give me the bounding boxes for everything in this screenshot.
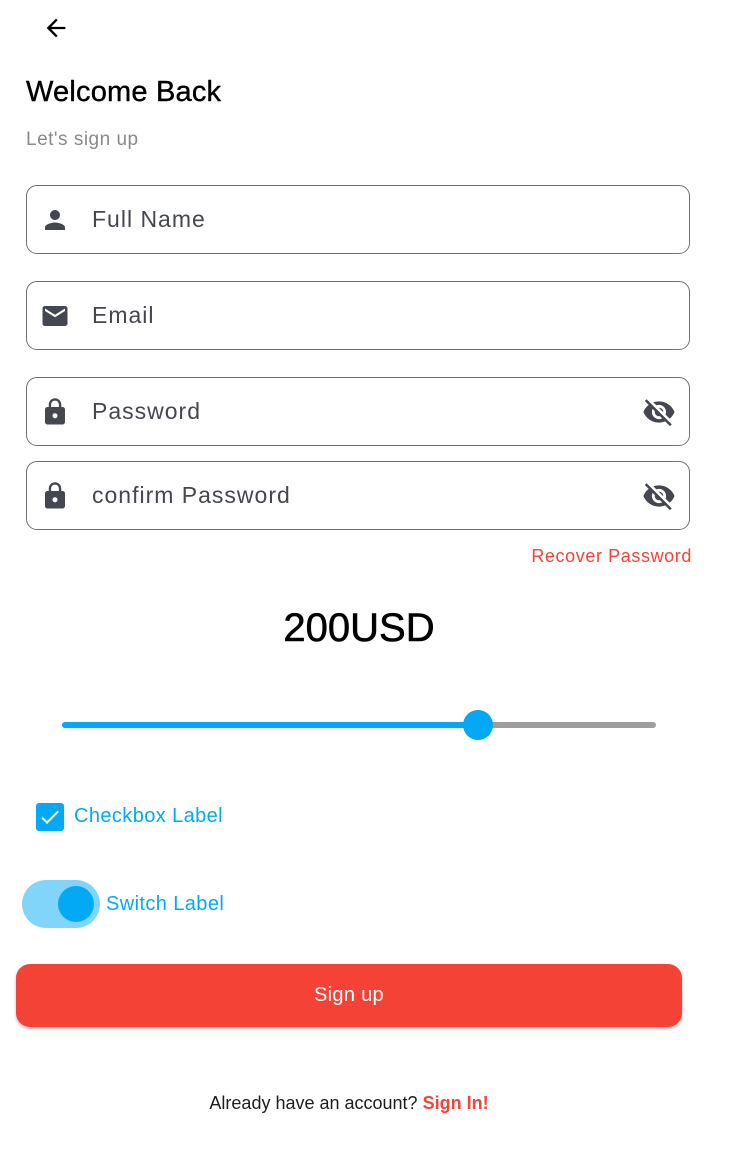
confirm-password-field[interactable] [26, 461, 690, 530]
confirm-password-input[interactable] [92, 462, 641, 529]
back-button[interactable] [36, 8, 76, 48]
full-name-input[interactable] [92, 186, 689, 253]
page-title: Welcome Back [26, 76, 222, 108]
switch-label[interactable]: Switch Label [106, 893, 224, 916]
page-subtitle: Let's sign up [26, 129, 139, 150]
person-icon [40, 205, 70, 235]
signup-button[interactable]: Sign up [16, 964, 682, 1027]
switch-thumb[interactable] [58, 886, 94, 922]
amount-display: 200USD [283, 606, 435, 651]
check-icon [41, 810, 59, 824]
slider-thumb[interactable] [462, 710, 493, 740]
arrow-left-icon [46, 18, 66, 38]
password-input[interactable] [92, 378, 641, 445]
checkbox[interactable] [36, 803, 64, 831]
password-field[interactable] [26, 377, 690, 446]
signin-link[interactable]: Sign In! [423, 1093, 489, 1113]
slider-active-track [62, 722, 478, 728]
visibility-off-icon[interactable] [641, 394, 677, 430]
visibility-off-icon[interactable] [641, 478, 677, 514]
email-field[interactable] [26, 281, 690, 350]
lock-icon [40, 397, 70, 427]
checkbox-label[interactable]: Checkbox Label [74, 805, 223, 828]
signin-prompt: Already have an account? Sign In! [0, 1093, 698, 1114]
email-input[interactable] [92, 282, 689, 349]
full-name-field[interactable] [26, 185, 690, 254]
mail-icon [40, 301, 70, 331]
signin-prompt-text: Already have an account? [209, 1093, 423, 1113]
lock-icon [40, 481, 70, 511]
recover-password-link[interactable]: Recover Password [531, 546, 692, 567]
